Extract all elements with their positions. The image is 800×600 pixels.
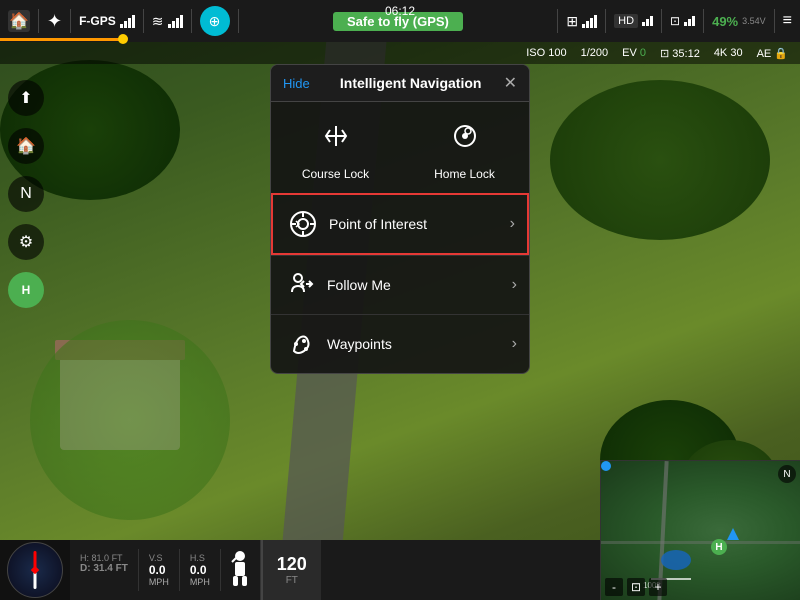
home-lock-button[interactable]: Home Lock [400,102,529,193]
height-display: H: 81.0 FT D: 31.4 FT [70,549,139,591]
map-drone-marker [601,461,611,471]
wifi-signal: ≋ [152,13,183,30]
record-indicator: ⊡ [670,14,695,28]
return-home-button[interactable]: 🏠 [8,128,44,164]
person-icon-wrap [221,540,261,600]
gps-label: F-GPS [79,14,116,28]
hd-label: HD [614,14,653,28]
telemetry-display: H: 81.0 FT D: 31.4 FT V.S 0.0 MPH H.S 0.… [70,549,221,591]
modal-close-button[interactable]: ✕ [504,73,517,93]
course-lock-button[interactable]: Course Lock [271,102,400,193]
waypoints-icon [283,329,319,359]
gps-signal [120,15,135,28]
map-zoom-in[interactable]: + [649,578,667,596]
follow-me-label: Follow Me [319,277,512,293]
active-function-button[interactable]: ⊕ [200,6,230,36]
modal-hide-button[interactable]: Hide [283,76,310,91]
follow-me-icon [283,270,319,300]
poi-icon [285,209,321,239]
point-of-interest-item[interactable]: Point of Interest › [271,193,529,255]
gear-button[interactable]: ⚙ [8,224,44,260]
hs-display: H.S 0.0 MPH [180,549,221,591]
map-compass: N [778,465,796,483]
left-controls-panel: ⬆ 🏠 N ⚙ H [8,80,44,308]
home-lock-label: Home Lock [434,167,495,181]
map-controls: - ⊡ + [605,578,667,596]
poi-label: Point of Interest [321,216,510,232]
vs-display: V.S 0.0 MPH [139,549,180,591]
drone-icon: ✦ [47,11,62,32]
modal-header: Hide Intelligent Navigation ✕ [271,65,529,102]
progress-bar [0,37,800,41]
map-layers[interactable]: ⊡ [627,578,645,596]
north-indicator[interactable]: N [8,176,44,212]
compass [0,540,70,600]
altitude-display: 120 FT [261,540,321,600]
modal-top-icons-row: Course Lock Home Lock [271,102,529,193]
intelligent-navigation-modal: Hide Intelligent Navigation ✕ Course Loc… [270,64,530,374]
modal-title: Intelligent Navigation [318,75,504,91]
home-lock-icon [447,118,483,161]
progress-marker [118,34,128,44]
progress-fill [0,38,120,41]
map-zoom-out[interactable]: - [605,578,623,596]
h-marker: H [8,272,44,308]
rc-signal: ⊞ [566,13,597,30]
battery-status: 49% 3.54V [712,14,766,29]
camera-settings-bar: ISO 100 1/200 EV 0 ⊡ 35:12 4K 30 AE 🔒 [0,42,800,64]
poi-arrow: › [510,215,515,233]
ev-label: EV 0 [622,47,646,59]
home-button[interactable]: 🏠 [8,10,30,32]
shutter-speed: 1/200 [581,47,609,59]
resolution: 4K 30 [714,47,743,59]
waypoints-arrow: › [512,335,517,353]
follow-me-arrow: › [512,276,517,294]
iso-value: ISO 100 [526,47,566,59]
course-lock-icon [318,118,354,161]
record-time: ⊡ 35:12 [660,47,700,60]
ae-lock: AE 🔒 [757,47,788,60]
course-lock-label: Course Lock [302,167,369,181]
active-function-icon: ⊕ [209,13,221,30]
map-home-marker: H [711,539,727,555]
menu-icon[interactable]: ≡ [783,12,792,30]
takeoff-land-button[interactable]: ⬆ [8,80,44,116]
waypoints-label: Waypoints [319,336,512,352]
waypoints-item[interactable]: Waypoints › [271,314,529,373]
bottom-telemetry-bar: H: 81.0 FT D: 31.4 FT V.S 0.0 MPH H.S 0.… [0,540,600,600]
mini-map[interactable]: H 100ft - ⊡ + N [600,460,800,600]
follow-me-item[interactable]: Follow Me › [271,255,529,314]
flight-timer: 06:12 [385,4,415,18]
home-icon: 🏠 [9,11,29,31]
